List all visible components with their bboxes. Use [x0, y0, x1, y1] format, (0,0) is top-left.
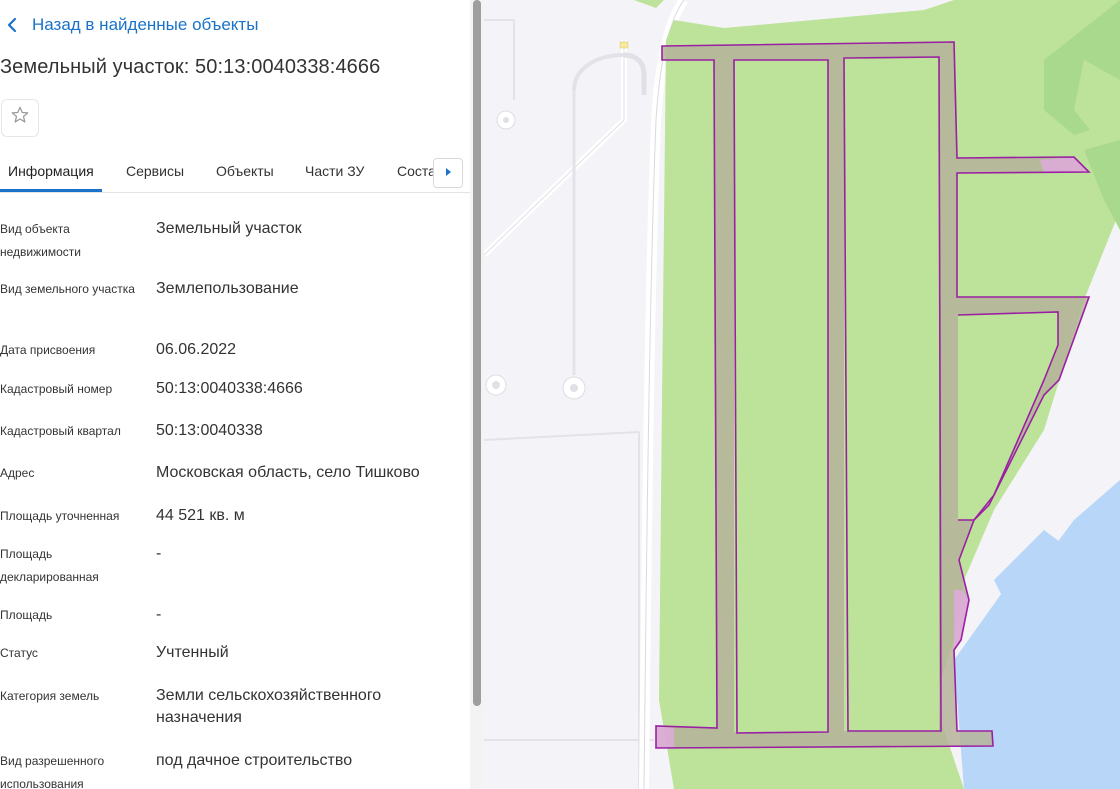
info-value: Земельный участок — [156, 220, 302, 237]
scrollbar-thumb[interactable] — [473, 0, 481, 706]
info-value: под дачное строительство — [156, 752, 353, 769]
caret-right-icon — [444, 164, 452, 182]
info-value: 50:13:0040338 — [156, 422, 263, 439]
info-value: Земли сельскохозяйственного назначения — [156, 687, 382, 726]
info-label: Вид разрешенного использования — [0, 754, 105, 789]
tabs-scroll-right-button[interactable] — [433, 158, 463, 188]
tab-bar: Информация Сервисы Объекты Части ЗУ Сост… — [0, 150, 470, 193]
info-value: 50:13:0040338:4666 — [156, 380, 303, 397]
tab-composition[interactable]: Соста — [397, 163, 436, 179]
info-value: Учтенный — [156, 644, 229, 661]
info-value: 06.06.2022 — [156, 341, 237, 358]
map-canvas[interactable] — [484, 0, 1120, 789]
back-to-results-link[interactable]: Назад в найденные объекты — [6, 14, 258, 36]
panel-scrollbar[interactable] — [470, 0, 484, 789]
info-value: Землепользование — [156, 280, 299, 297]
info-label: Вид объекта недвижимости — [0, 222, 81, 259]
info-label: Адрес — [0, 466, 35, 480]
tab-information[interactable]: Информация — [8, 163, 94, 179]
star-outline-icon — [10, 105, 30, 131]
info-value: - — [156, 545, 162, 562]
map-view[interactable] — [484, 0, 1120, 789]
info-panel: Назад в найденные объекты Земельный учас… — [0, 0, 470, 789]
info-label: Площадь уточненная — [0, 509, 120, 523]
back-link-label: Назад в найденные объекты — [32, 15, 259, 34]
info-label: Кадастровый квартал — [0, 424, 121, 438]
info-value: 44 521 кв. м — [156, 507, 245, 524]
favorite-button[interactable] — [1, 99, 39, 137]
info-label: Площадь — [0, 608, 53, 622]
tab-objects[interactable]: Объекты — [216, 163, 274, 179]
info-value: Московская область, село Тишково — [156, 464, 420, 481]
info-label: Вид земельного участка — [0, 282, 135, 296]
info-label: Категория земель — [0, 689, 100, 703]
info-label: Кадастровый номер — [0, 382, 113, 396]
info-label: Статус — [0, 646, 38, 660]
page-title: Земельный участок: 50:13:0040338:4666 — [0, 56, 381, 78]
tab-parts[interactable]: Части ЗУ — [305, 163, 364, 179]
info-value: - — [156, 606, 162, 623]
info-label: Площадь декларированная — [0, 547, 99, 584]
chevron-left-icon — [6, 14, 26, 36]
info-label: Дата присвоения — [0, 343, 96, 357]
tab-services[interactable]: Сервисы — [126, 163, 184, 179]
active-tab-indicator — [0, 189, 102, 192]
